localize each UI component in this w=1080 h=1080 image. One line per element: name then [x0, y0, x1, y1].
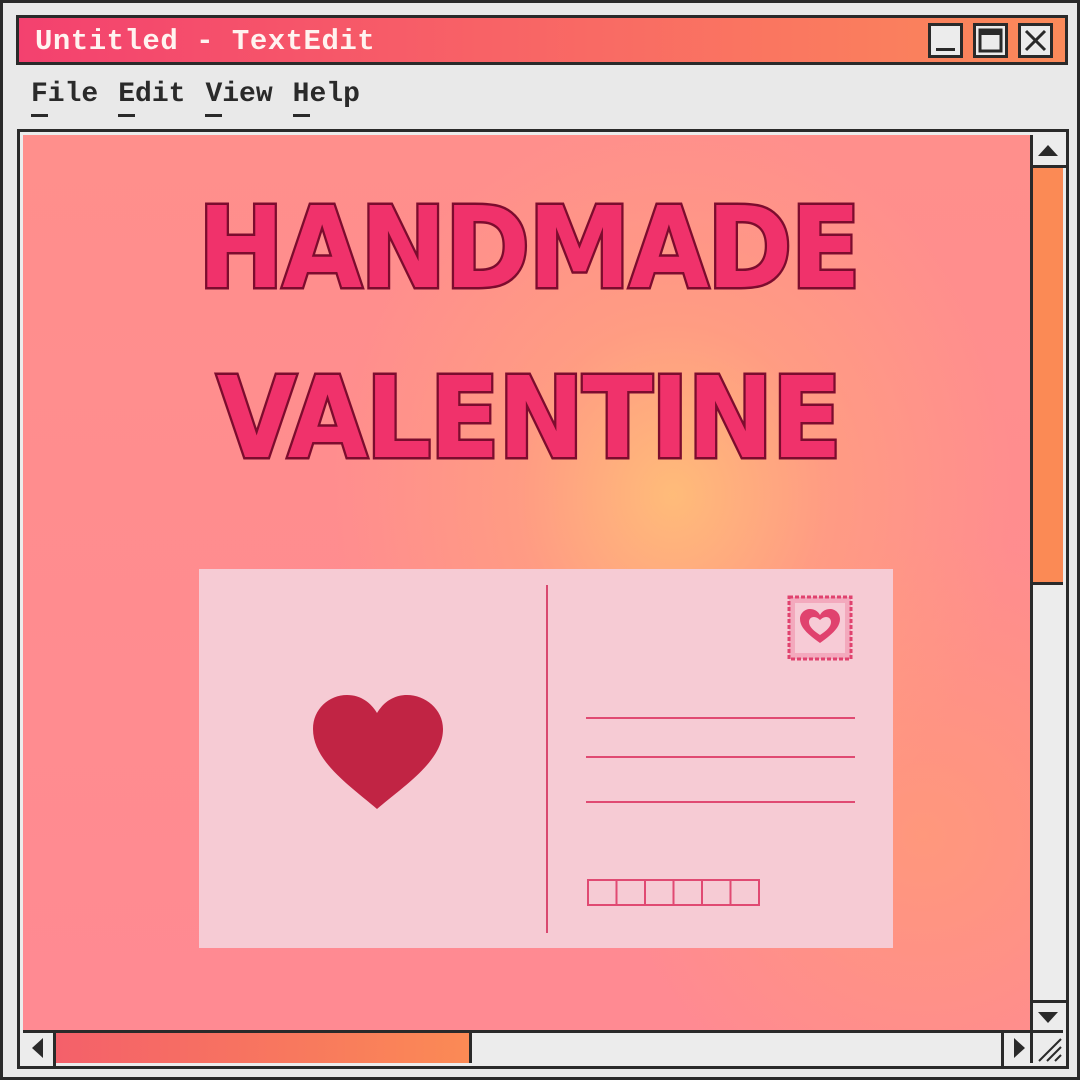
title-bar[interactable]: Untitled - TextEdit [16, 15, 1068, 65]
menu-help-label: Help [292, 79, 360, 110]
resize-grip-icon [1038, 1038, 1062, 1062]
window-title: Untitled - TextEdit [35, 25, 376, 58]
scroll-up-button[interactable] [1033, 135, 1066, 168]
menu-view[interactable]: View [205, 79, 273, 119]
headline-line-1: HANDMADE [196, 184, 864, 314]
textedit-window: Untitled - TextEdit File Edit View Help [0, 0, 1080, 1080]
arrow-down-icon [1038, 1012, 1058, 1023]
maximize-icon [978, 28, 1003, 53]
vertical-scrollbar[interactable] [1030, 135, 1066, 1033]
heart-stamp-icon [787, 595, 853, 661]
minimize-icon [936, 48, 955, 51]
menu-help[interactable]: Help [292, 79, 360, 119]
postal-code-boxes [587, 879, 760, 906]
postcard-illustration [313, 585, 855, 933]
close-icon [1024, 29, 1047, 52]
menu-edit-label: Edit [118, 79, 186, 110]
scroll-down-button[interactable] [1033, 1000, 1066, 1033]
maximize-button[interactable] [973, 23, 1008, 58]
postcard [199, 569, 893, 948]
arrow-left-icon [32, 1038, 43, 1058]
scroll-left-button[interactable] [23, 1033, 56, 1066]
resize-grip[interactable] [1030, 1030, 1063, 1063]
document-frame: HANDMADE VALENTINE [17, 129, 1069, 1069]
heart-icon [313, 695, 443, 809]
arrow-up-icon [1038, 145, 1058, 156]
minimize-button[interactable] [928, 23, 963, 58]
vertical-scroll-thumb[interactable] [1033, 168, 1063, 585]
menu-file-label: File [31, 79, 99, 110]
headline-line-2: VALENTINE [214, 354, 844, 484]
horizontal-scrollbar[interactable] [23, 1030, 1034, 1066]
menu-view-label: View [205, 79, 273, 110]
close-button[interactable] [1018, 23, 1053, 58]
menu-edit[interactable]: Edit [118, 79, 185, 119]
menu-bar: File Edit View Help [31, 79, 360, 119]
document-canvas[interactable]: HANDMADE VALENTINE [23, 135, 1034, 1033]
horizontal-scroll-thumb[interactable] [56, 1033, 472, 1063]
menu-file[interactable]: File [31, 79, 98, 119]
